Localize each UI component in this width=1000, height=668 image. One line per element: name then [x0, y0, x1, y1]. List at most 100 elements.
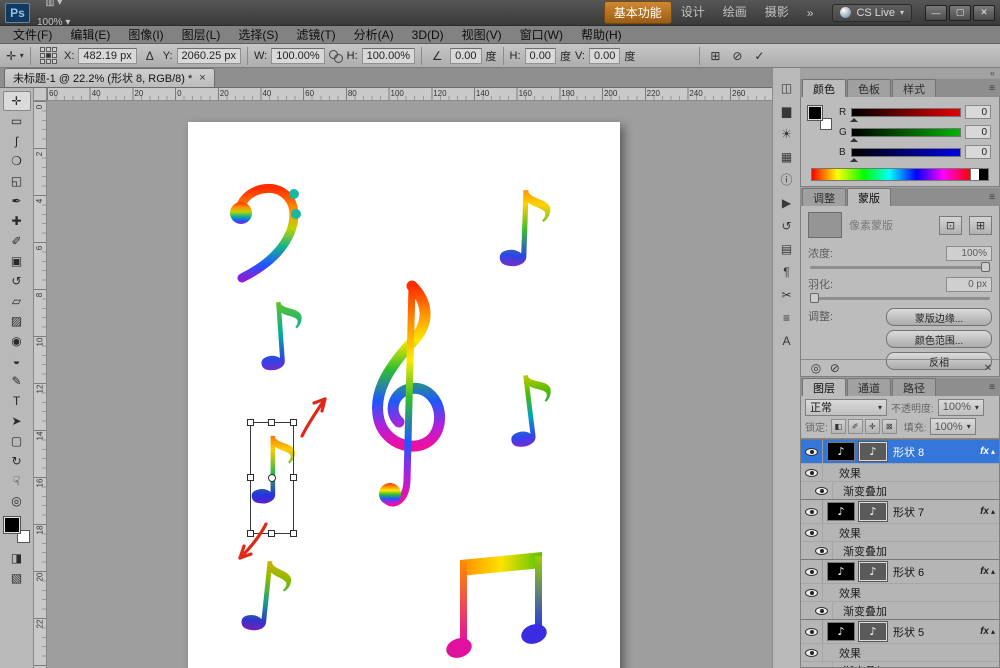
y-position-field[interactable]: 2060.25 px — [176, 47, 241, 64]
warp-mode-toggle-icon[interactable]: ⊞ — [706, 47, 724, 65]
layer-name[interactable]: 形状 8 — [893, 444, 980, 460]
layer-name[interactable]: 形状 6 — [893, 564, 980, 580]
minimize-button[interactable]: — — [925, 4, 947, 21]
eraser-tool[interactable]: ▱ — [3, 291, 31, 311]
transform-center-point[interactable] — [268, 474, 276, 482]
document-tab[interactable]: 未标题-1 @ 22.2% (形状 8, RGB/8) * × — [4, 68, 215, 87]
gradient-overlay-row[interactable]: 渐变叠加 — [801, 541, 999, 559]
lock-transparent-pixels-icon[interactable]: ◧ — [830, 419, 846, 434]
history-panel-icon[interactable]: ↺ — [776, 216, 798, 235]
gradient-tool[interactable]: ▨ — [3, 311, 31, 331]
effects-row[interactable]: 效果 — [801, 583, 999, 601]
lasso-tool[interactable]: ʃ — [3, 131, 31, 151]
menu-item[interactable]: 图层(L) — [173, 26, 230, 43]
ruler-corner[interactable] — [34, 88, 47, 101]
workspace-overflow-icon[interactable]: » — [801, 6, 820, 20]
quick-selection-tool[interactable]: ❍ — [3, 151, 31, 171]
layer-comps-panel-icon[interactable]: ▤ — [776, 239, 798, 258]
navigator-panel-icon[interactable]: ◫ — [776, 78, 798, 97]
layer-name[interactable]: 形状 5 — [893, 624, 980, 640]
panel-menu-icon[interactable]: ≡ — [989, 192, 995, 203]
transform-handle[interactable] — [268, 530, 275, 537]
link-dimensions-icon[interactable] — [328, 49, 343, 63]
visibility-toggle[interactable] — [801, 464, 823, 481]
brush-tool[interactable]: ✐ — [3, 231, 31, 251]
vector-mask-thumbnail[interactable]: ♪ — [858, 501, 888, 522]
visibility-toggle[interactable] — [811, 602, 833, 619]
visibility-toggle[interactable] — [811, 542, 833, 559]
eighth-note-bottom-left[interactable]: ♪ — [230, 539, 303, 657]
transform-handle[interactable] — [268, 419, 275, 426]
panel-tab[interactable]: 样式 — [892, 79, 936, 97]
panel-menu-icon[interactable]: ≡ — [989, 382, 995, 393]
channel-slider[interactable] — [850, 147, 961, 162]
lock-image-pixels-icon[interactable]: ✐ — [847, 419, 863, 434]
info-panel-icon[interactable]: ⓘ — [776, 170, 798, 189]
layer-row[interactable]: ♪ ♪ 形状 5 fx ▴ — [801, 619, 999, 643]
color-swatches[interactable] — [2, 516, 30, 543]
view-extras-icon[interactable]: ▥ ▾ — [33, 0, 74, 13]
menu-item[interactable]: 分析(A) — [345, 26, 403, 43]
panel-tab[interactable]: 图层 — [802, 378, 846, 396]
visibility-toggle[interactable] — [801, 644, 823, 661]
visibility-toggle[interactable] — [801, 560, 823, 583]
color-spectrum-ramp[interactable] — [811, 168, 989, 181]
menu-item[interactable]: 3D(D) — [403, 26, 453, 43]
tool-preset-picker[interactable]: ✛ ▾ — [6, 47, 24, 65]
type-panel-icon[interactable]: A — [776, 331, 798, 350]
transform-handle[interactable] — [290, 474, 297, 481]
blur-tool[interactable]: ◉ — [3, 331, 31, 351]
rotation-field[interactable]: 0.00 — [450, 47, 482, 64]
cancel-transform-icon[interactable]: ⊘ — [728, 47, 746, 65]
visibility-toggle[interactable] — [801, 440, 823, 463]
density-value-field[interactable]: 100% — [946, 245, 992, 261]
treble-clef-shape[interactable] — [348, 278, 460, 536]
panel-color-swatches[interactable] — [807, 105, 832, 130]
channel-value-field[interactable]: 0 — [965, 145, 991, 159]
transform-bounding-box[interactable] — [247, 419, 297, 537]
pen-tool[interactable]: ✎ — [3, 371, 31, 391]
fx-badge[interactable]: fx — [980, 506, 989, 517]
gradient-overlay-row[interactable]: 渐变叠加 — [801, 661, 999, 667]
visibility-toggle[interactable] — [801, 620, 823, 643]
visibility-toggle[interactable] — [811, 482, 833, 499]
gradient-overlay-row[interactable]: 渐变叠加 — [801, 601, 999, 619]
clone-source-panel-icon[interactable]: ✂ — [776, 285, 798, 304]
layer-row[interactable]: ♪ ♪ 形状 8 fx ▴ — [801, 439, 999, 463]
fx-badge[interactable]: fx — [980, 446, 989, 457]
move-tool[interactable]: ✛ — [2, 91, 31, 111]
dodge-tool[interactable]: ◒ — [3, 351, 31, 371]
actions-panel-icon[interactable]: ▶ — [776, 193, 798, 212]
lock-position-icon[interactable]: ✛ — [864, 419, 880, 434]
feather-value-field[interactable]: 0 px — [946, 276, 992, 292]
adjustments-panel-icon[interactable]: ☀ — [776, 124, 798, 143]
layer-thumbnail[interactable]: ♪ — [827, 502, 855, 521]
white-ramp-cell[interactable] — [970, 169, 979, 180]
workspace-button[interactable]: 摄影 — [756, 1, 798, 24]
close-document-icon[interactable]: × — [199, 72, 205, 84]
foreground-color-swatch[interactable] — [2, 516, 21, 534]
v-skew-field[interactable]: 0.00 — [588, 47, 621, 64]
character-panel-icon[interactable]: ≡ — [776, 308, 798, 327]
visibility-toggle[interactable] — [801, 584, 823, 601]
effects-row[interactable]: 效果 — [801, 463, 999, 481]
menu-item[interactable]: 编辑(E) — [61, 26, 119, 43]
paragraph-panel-icon[interactable]: ¶ — [776, 262, 798, 281]
panel-menu-icon[interactable]: ≡ — [989, 83, 995, 94]
blend-mode-dropdown[interactable]: 正常 ▾ — [805, 398, 887, 416]
restore-button[interactable]: ▢ — [949, 4, 971, 21]
relative-positioning-icon[interactable]: Δ — [141, 47, 159, 65]
visibility-toggle[interactable] — [811, 662, 833, 667]
workspace-button[interactable]: 绘画 — [714, 1, 756, 24]
channel-value-field[interactable]: 0 — [965, 105, 991, 119]
menu-item[interactable]: 图像(I) — [119, 26, 172, 43]
panel-tab[interactable]: 蒙版 — [847, 188, 891, 206]
eighth-note-top-right[interactable]: ♪ — [490, 168, 561, 292]
layer-thumbnail[interactable]: ♪ — [827, 562, 855, 581]
panel-tab[interactable]: 路径 — [892, 378, 936, 396]
foreground-color-swatch[interactable] — [807, 105, 823, 121]
layer-name[interactable]: 形状 7 — [893, 504, 980, 520]
quick-mask-button[interactable]: ◨ — [3, 548, 31, 568]
workspace-button[interactable]: 设计 — [672, 1, 714, 24]
visibility-toggle[interactable] — [801, 524, 823, 541]
